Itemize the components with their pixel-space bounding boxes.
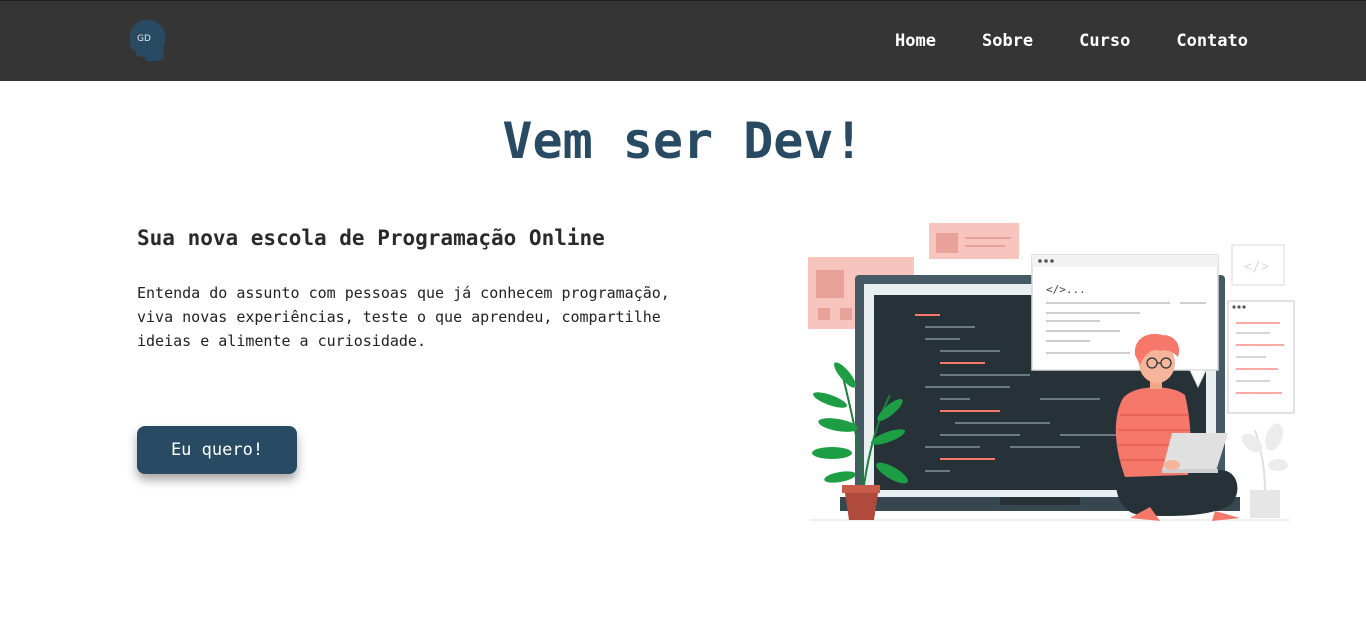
developer-illustration-svg: </> </>...	[808, 223, 1295, 521]
nav-home[interactable]: Home	[895, 31, 936, 51]
code-tag-text: </>...	[1046, 283, 1086, 296]
nav-contato[interactable]: Contato	[1176, 31, 1248, 51]
developer-illustration: </> </>...	[800, 215, 1300, 530]
nav-curso[interactable]: Curso	[1079, 31, 1130, 51]
nav-sobre[interactable]: Sobre	[982, 31, 1033, 51]
hero-description: Entenda do assunto com pessoas que já co…	[137, 284, 670, 350]
main-nav: Home Sobre Curso Contato	[895, 31, 1248, 51]
hero-title: Vem ser Dev!	[502, 112, 864, 170]
plant-right	[1241, 423, 1288, 518]
hero-subtitle: Sua nova escola de Programação Online	[137, 226, 605, 250]
svg-text:</>: </>	[1244, 259, 1269, 275]
logo-text: GD	[137, 34, 151, 44]
navbar: GD Home Sobre Curso Contato	[0, 0, 1366, 81]
cta-button[interactable]: Eu quero!	[137, 426, 297, 474]
logo[interactable]: GD	[124, 17, 168, 63]
